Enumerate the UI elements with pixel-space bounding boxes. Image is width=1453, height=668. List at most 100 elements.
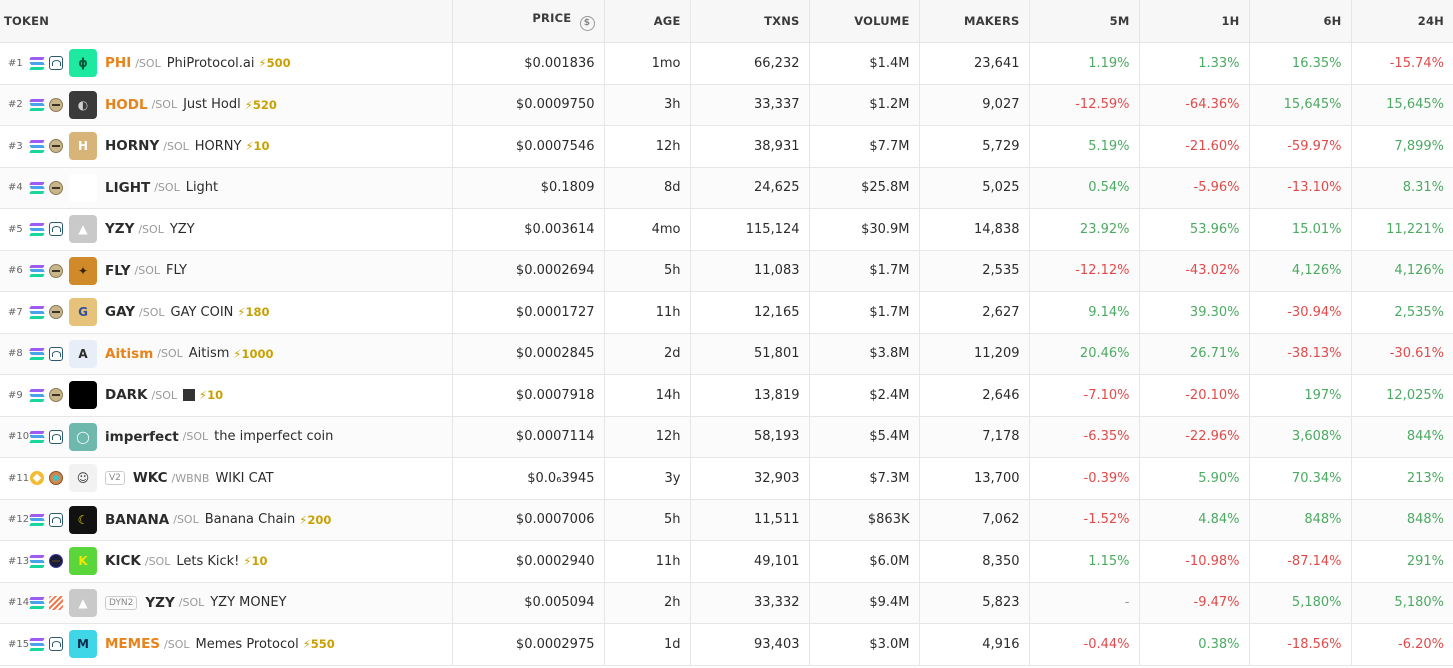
token-symbol[interactable]: KICK bbox=[105, 553, 141, 569]
change-1h-cell: 1.33% bbox=[1139, 42, 1250, 85]
header-24h[interactable]: 24H bbox=[1351, 0, 1453, 43]
token-symbol[interactable]: WKC bbox=[133, 470, 168, 486]
table-row[interactable]: #15 M MEMES /SOL Memes Protocol ⚡550 $0.… bbox=[0, 623, 1453, 666]
change-24h-cell: 291% bbox=[1351, 540, 1453, 583]
table-row[interactable]: #13 K KICK /SOL Lets Kick! ⚡10 $0.000294… bbox=[0, 540, 1453, 583]
token-cell[interactable]: #7 G GAY /SOL GAY COIN ⚡180 bbox=[0, 291, 453, 334]
change-24h-cell: -30.61% bbox=[1351, 333, 1453, 375]
header-volume[interactable]: VOLUME bbox=[809, 0, 920, 43]
table-row[interactable]: #5 ▲ YZY /SOL YZY $0.003614 4mo 115,124 … bbox=[0, 208, 1453, 251]
makers-cell: 13,700 bbox=[919, 457, 1030, 500]
token-name: GAY COIN bbox=[170, 304, 234, 320]
quote-symbol: /SOL bbox=[138, 222, 164, 236]
token-rank: #6 bbox=[8, 265, 23, 277]
solana-chain-icon bbox=[29, 306, 45, 319]
token-cell[interactable]: #4 LIGHT /SOL Light bbox=[0, 167, 453, 209]
age-cell: 1mo bbox=[604, 42, 691, 85]
token-cell[interactable]: #11 ☺ V2 WKC /WBNB WIKI CAT bbox=[0, 457, 453, 500]
table-row[interactable]: #7 G GAY /SOL GAY COIN ⚡180 $0.0001727 1… bbox=[0, 291, 1453, 334]
quote-symbol: /SOL bbox=[163, 139, 189, 153]
table-row[interactable]: #11 ☺ V2 WKC /WBNB WIKI CAT $0.0₆3945 3y… bbox=[0, 457, 1453, 500]
header-makers[interactable]: MAKERS bbox=[919, 0, 1030, 43]
change-5m-cell: 1.19% bbox=[1029, 42, 1140, 85]
token-cell[interactable]: #9 DARK /SOL ⚡10 bbox=[0, 374, 453, 417]
header-txns[interactable]: TXNS bbox=[690, 0, 810, 43]
change-1h-cell: 53.96% bbox=[1139, 208, 1250, 251]
token-symbol[interactable]: DARK bbox=[105, 387, 148, 403]
change-24h-cell: 15,645% bbox=[1351, 84, 1453, 126]
header-5m[interactable]: 5M bbox=[1029, 0, 1140, 43]
token-cell[interactable]: #3 H HORNY /SOL HORNY ⚡10 bbox=[0, 125, 453, 168]
token-cell[interactable]: #1 ϕ PHI /SOL PhiProtocol.ai ⚡500 bbox=[0, 42, 453, 85]
table-row[interactable]: #9 DARK /SOL ⚡10 $0.0007918 14h 13,819 $… bbox=[0, 374, 1453, 417]
token-cell[interactable]: #10 ◯ imperfect /SOL the imperfect coin bbox=[0, 416, 453, 458]
change-5m-cell: -6.35% bbox=[1029, 416, 1140, 458]
age-cell: 4mo bbox=[604, 208, 691, 251]
token-cell[interactable]: #15 M MEMES /SOL Memes Protocol ⚡550 bbox=[0, 623, 453, 666]
token-symbol[interactable]: FLY bbox=[105, 263, 131, 279]
token-symbol[interactable]: HORNY bbox=[105, 138, 159, 154]
header-token[interactable]: TOKEN bbox=[0, 0, 453, 43]
token-symbol[interactable]: LIGHT bbox=[105, 180, 150, 196]
token-name: HORNY bbox=[194, 138, 242, 154]
token-cell[interactable]: #6 ✦ FLY /SOL FLY bbox=[0, 250, 453, 292]
boost-badge: ⚡10 bbox=[245, 139, 270, 154]
boost-badge: ⚡200 bbox=[299, 512, 332, 527]
change-1h-cell: 0.38% bbox=[1139, 623, 1250, 666]
table-row[interactable]: #10 ◯ imperfect /SOL the imperfect coin … bbox=[0, 416, 1453, 458]
table-row[interactable]: #6 ✦ FLY /SOL FLY $0.0002694 5h 11,083 $… bbox=[0, 250, 1453, 292]
token-cell[interactable]: #8 A Aitism /SOL Aitism ⚡1000 bbox=[0, 333, 453, 375]
quote-symbol: /SOL bbox=[164, 637, 190, 651]
age-cell: 5h bbox=[604, 499, 691, 541]
txns-cell: 24,625 bbox=[690, 167, 810, 209]
token-cell[interactable]: #12 ☾ BANANA /SOL Banana Chain ⚡200 bbox=[0, 499, 453, 541]
raydium-dex-icon bbox=[49, 346, 63, 361]
token-symbol[interactable]: YZY bbox=[105, 221, 134, 237]
token-logo: ☾ bbox=[69, 505, 97, 534]
volume-cell: $7.3M bbox=[809, 457, 920, 500]
token-name: Banana Chain bbox=[204, 512, 296, 528]
makers-cell: 2,535 bbox=[919, 250, 1030, 292]
solana-chain-icon bbox=[29, 389, 45, 402]
change-24h-cell: 213% bbox=[1351, 457, 1453, 500]
volume-cell: $5.4M bbox=[809, 416, 920, 458]
table-row[interactable]: #14 ▲ DYN2 YZY /SOL YZY MONEY $0.005094 … bbox=[0, 582, 1453, 624]
token-symbol[interactable]: MEMES bbox=[105, 636, 160, 652]
token-rank: #11 bbox=[8, 472, 30, 484]
table-row[interactable]: #8 A Aitism /SOL Aitism ⚡1000 $0.0002845… bbox=[0, 333, 1453, 375]
header-6h[interactable]: 6H bbox=[1249, 0, 1352, 43]
quote-symbol: /SOL bbox=[151, 98, 178, 112]
boost-badge: ⚡10 bbox=[243, 554, 268, 569]
token-cell[interactable]: #5 ▲ YZY /SOL YZY bbox=[0, 208, 453, 251]
token-symbol[interactable]: YZY bbox=[145, 595, 174, 611]
header-1h[interactable]: 1H bbox=[1139, 0, 1250, 43]
table-row[interactable]: #12 ☾ BANANA /SOL Banana Chain ⚡200 $0.0… bbox=[0, 499, 1453, 541]
token-symbol[interactable]: BANANA bbox=[105, 512, 169, 528]
table-row[interactable]: #1 ϕ PHI /SOL PhiProtocol.ai ⚡500 $0.001… bbox=[0, 42, 1453, 85]
solana-chain-icon bbox=[29, 555, 45, 568]
change-6h-cell: 15.01% bbox=[1249, 208, 1352, 251]
quote-symbol: /SOL bbox=[182, 430, 209, 444]
txns-cell: 58,193 bbox=[690, 416, 810, 458]
token-cell[interactable]: #14 ▲ DYN2 YZY /SOL YZY MONEY bbox=[0, 582, 453, 624]
token-cell[interactable]: #2 ◐ HODL /SOL Just Hodl ⚡520 bbox=[0, 84, 453, 126]
token-symbol[interactable]: Aitism bbox=[105, 346, 153, 362]
header-price[interactable]: PRICE $ bbox=[452, 0, 605, 43]
token-table: TOKEN PRICE $ AGE TXNS VOLUME MAKERS 5M … bbox=[0, 0, 1453, 666]
price-currency-icon[interactable]: $ bbox=[579, 16, 595, 31]
token-symbol[interactable]: imperfect bbox=[105, 429, 179, 445]
table-row[interactable]: #3 H HORNY /SOL HORNY ⚡10 $0.0007546 12h… bbox=[0, 125, 1453, 168]
token-symbol[interactable]: HODL bbox=[105, 97, 148, 113]
price-cell: $0.0009750 bbox=[452, 84, 605, 126]
token-logo: ϕ bbox=[69, 49, 97, 78]
quote-symbol: /SOL bbox=[173, 513, 199, 527]
makers-cell: 4,916 bbox=[919, 623, 1030, 666]
token-symbol[interactable]: GAY bbox=[105, 304, 135, 320]
table-row[interactable]: #2 ◐ HODL /SOL Just Hodl ⚡520 $0.0009750… bbox=[0, 84, 1453, 126]
token-symbol[interactable]: PHI bbox=[105, 55, 131, 71]
makers-cell: 23,641 bbox=[919, 42, 1030, 85]
solana-chain-icon bbox=[29, 181, 45, 194]
table-row[interactable]: #4 LIGHT /SOL Light $0.1809 8d 24,625 $2… bbox=[0, 167, 1453, 209]
header-age[interactable]: AGE bbox=[604, 0, 691, 43]
token-cell[interactable]: #13 K KICK /SOL Lets Kick! ⚡10 bbox=[0, 540, 453, 583]
